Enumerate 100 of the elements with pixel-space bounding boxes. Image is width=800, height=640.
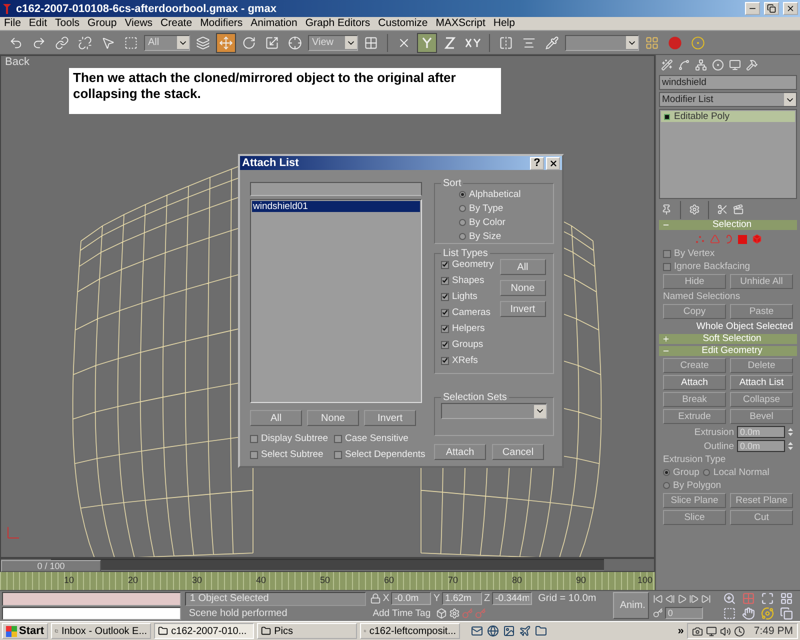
taskbar-button[interactable]: c162-2007-010... — [154, 623, 254, 639]
dialog-button[interactable]: Attach — [434, 444, 486, 460]
group-title: Sort — [442, 178, 462, 189]
panel-button[interactable]: Attach List — [730, 375, 793, 390]
rollout-header[interactable]: Soft Selection — [659, 334, 797, 344]
spinner-arrows-icon — [788, 427, 793, 437]
object-name-field[interactable]: windshield — [659, 75, 797, 90]
script-listener-field[interactable] — [2, 592, 181, 606]
spinner-field[interactable]: 0.0m — [737, 426, 785, 438]
list-button[interactable]: Invert — [364, 410, 416, 426]
key-icon — [474, 608, 486, 619]
folder-icon — [535, 625, 548, 637]
coordinate-system-dropdown[interactable]: View — [308, 34, 358, 50]
viewport-label[interactable]: Back — [5, 56, 30, 69]
help-button[interactable]: ? — [530, 156, 544, 170]
stack-item[interactable]: Editable Poly — [661, 111, 795, 122]
camera-icon — [692, 626, 703, 636]
checkbox[interactable] — [334, 450, 342, 458]
previous-frame-icon — [664, 594, 675, 604]
frame-field[interactable]: 0 — [664, 607, 703, 620]
list-item[interactable]: windshield01 — [252, 201, 420, 212]
radio-button[interactable] — [663, 482, 670, 489]
menu-item[interactable]: Views — [120, 17, 157, 30]
monitor-icon — [729, 58, 741, 70]
type-button[interactable]: Invert — [500, 301, 546, 317]
checkbox[interactable] — [250, 434, 258, 442]
y-axis-icon — [421, 36, 433, 48]
radio-button[interactable] — [703, 469, 710, 476]
close-button[interactable] — [783, 2, 798, 15]
modifier-list-dropdown[interactable]: Modifier List — [659, 92, 797, 107]
spinner-field[interactable]: 0.0m — [737, 440, 785, 452]
clock-icon — [734, 626, 745, 636]
checkbox[interactable] — [441, 340, 449, 348]
tick-label: 50 — [318, 575, 331, 585]
script-output-field[interactable] — [2, 606, 181, 620]
radio-button[interactable] — [459, 205, 466, 212]
radio-button[interactable] — [459, 219, 466, 226]
menu-item[interactable]: Modifiers — [196, 17, 247, 30]
grid-icon — [364, 36, 378, 50]
more-icons-button[interactable]: » — [678, 625, 684, 637]
rotate-icon — [242, 36, 256, 50]
circle-icon — [712, 58, 724, 70]
coordinate-field[interactable]: -0.344m — [492, 592, 532, 606]
plane-icon — [519, 625, 532, 637]
menu-item[interactable]: Animation — [246, 17, 302, 30]
menu-item[interactable]: MAXScript — [432, 17, 490, 30]
tick-label: 60 — [382, 575, 395, 585]
checkbox[interactable] — [334, 434, 342, 442]
option-label: XRefs — [452, 355, 478, 366]
menu-item[interactable]: Customize — [374, 17, 432, 30]
menu-item[interactable]: Group — [84, 17, 121, 30]
type-button[interactable]: All — [500, 259, 546, 275]
taskbar-button[interactable]: Pics — [257, 623, 358, 639]
menu-item[interactable]: File — [0, 17, 25, 30]
checkbox[interactable] — [441, 324, 449, 332]
checkbox[interactable] — [250, 450, 258, 458]
vertex-icon — [694, 234, 704, 244]
option-label: Helpers — [452, 323, 485, 334]
move-button[interactable] — [216, 32, 236, 52]
checkbox[interactable] — [441, 356, 449, 364]
checkbox[interactable] — [441, 276, 449, 284]
start-button[interactable]: Start — [2, 623, 48, 639]
cube-icon — [436, 608, 447, 619]
menu-item[interactable]: Create — [156, 17, 196, 30]
option-label: Groups — [452, 339, 484, 350]
list-button[interactable]: None — [307, 410, 359, 426]
close-button[interactable] — [546, 156, 560, 170]
time-slider-thumb[interactable]: 0 / 100 — [1, 560, 101, 572]
selection-filter-dropdown[interactable]: All — [144, 34, 190, 50]
checkbox[interactable] — [441, 292, 449, 300]
menu-item[interactable]: Graph Editors — [301, 17, 374, 30]
align-icon — [522, 36, 536, 50]
named-selection-dropdown[interactable] — [565, 34, 639, 50]
checkbox[interactable] — [441, 308, 449, 316]
radio-button[interactable] — [459, 233, 466, 240]
menu-item[interactable]: Tools — [51, 17, 84, 30]
animate-button[interactable]: Anim. — [612, 592, 649, 619]
panel-button[interactable]: Attach — [663, 375, 726, 390]
menu-item[interactable]: Help — [489, 17, 519, 30]
selection-sets-dropdown[interactable] — [441, 403, 547, 419]
redo-icon — [32, 36, 46, 50]
spinner-arrows-icon — [788, 441, 793, 451]
checkbox[interactable] — [441, 260, 449, 268]
taskbar-button[interactable]: Inbox - Outlook E... — [51, 623, 152, 639]
coordinate-field[interactable]: 1.62m — [442, 592, 482, 606]
type-button[interactable]: None — [500, 280, 546, 296]
coordinate-field[interactable]: -0.0m — [391, 592, 432, 606]
y-constraint-button[interactable] — [417, 32, 437, 52]
rollout-header[interactable]: Selection — [659, 220, 797, 230]
menu-item[interactable]: Edit — [24, 17, 52, 30]
minimize-button[interactable] — [745, 2, 760, 15]
key-icon — [462, 608, 473, 619]
rollout-header[interactable]: Edit Geometry — [659, 346, 797, 356]
dialog-button[interactable]: Cancel — [492, 444, 544, 460]
taskbar-button[interactable]: c162-leftcomposit... — [360, 623, 460, 639]
restore-button[interactable] — [764, 2, 779, 15]
filter-field[interactable] — [250, 182, 422, 196]
radio-button[interactable] — [663, 469, 670, 476]
radio-button[interactable] — [459, 191, 466, 198]
list-button[interactable]: All — [250, 410, 302, 426]
